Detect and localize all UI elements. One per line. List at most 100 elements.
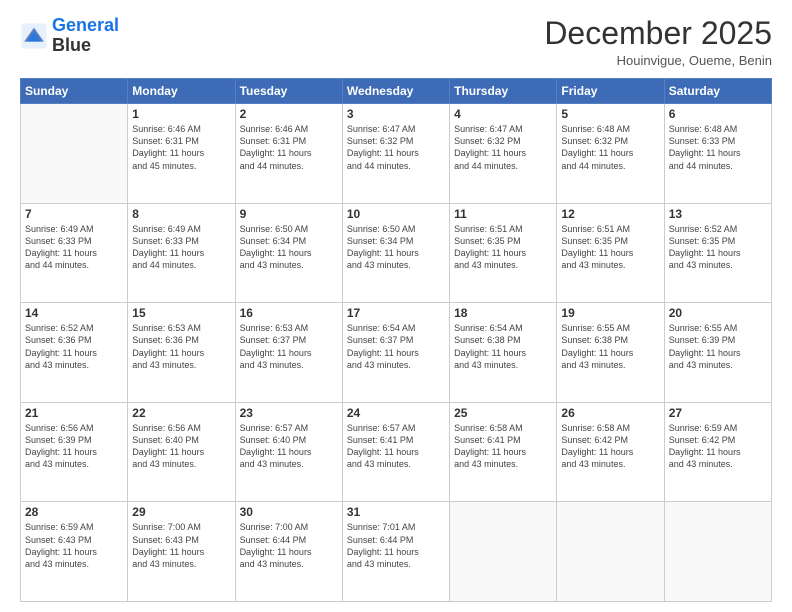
- calendar-cell: 29Sunrise: 7:00 AM Sunset: 6:43 PM Dayli…: [128, 502, 235, 602]
- calendar-cell: 22Sunrise: 6:56 AM Sunset: 6:40 PM Dayli…: [128, 402, 235, 502]
- calendar-cell: 26 Sunrise: 6:58 AM Sunset: 6:42 PM Dayli…: [557, 402, 664, 502]
- day-number: 17: [347, 306, 445, 320]
- calendar-cell: 9Sunrise: 6:50 AM Sunset: 6:34 PM Daylig…: [235, 203, 342, 303]
- calendar-body: 1 Sunrise: 6:46 AM Sunset: 6:31 PM Daylig…: [21, 104, 772, 602]
- location: Houinvigue, Oueme, Benin: [544, 53, 772, 68]
- day-number: 16: [240, 306, 338, 320]
- day-number: 15: [132, 306, 230, 320]
- cell-info: Sunrise: 6:46 AM Sunset: 6:31 PM Dayligh…: [132, 123, 230, 172]
- day-number: 3: [347, 107, 445, 121]
- title-block: December 2025 Houinvigue, Oueme, Benin: [544, 16, 772, 68]
- day-number: 11: [454, 207, 552, 221]
- calendar-week-row: 7 Sunrise: 6:49 AM Sunset: 6:33 PM Daylig…: [21, 203, 772, 303]
- day-header-monday: Monday: [128, 79, 235, 104]
- header: General Blue December 2025 Houinvigue, O…: [20, 16, 772, 68]
- day-number: 23: [240, 406, 338, 420]
- cell-info: Sunrise: 6:55 AM Sunset: 6:38 PM Dayligh…: [561, 322, 659, 371]
- cell-info: Sunrise: 6:54 AM Sunset: 6:37 PM Dayligh…: [347, 322, 445, 371]
- calendar-cell: 8 Sunrise: 6:49 AM Sunset: 6:33 PM Daylig…: [128, 203, 235, 303]
- day-number: 20: [669, 306, 767, 320]
- day-number: 6: [669, 107, 767, 121]
- calendar-cell: 12 Sunrise: 6:51 AM Sunset: 6:35 PM Dayli…: [557, 203, 664, 303]
- day-number: 24: [347, 406, 445, 420]
- cell-info: Sunrise: 6:58 AM Sunset: 6:41 PM Dayligh…: [454, 422, 552, 471]
- calendar-cell: [664, 502, 771, 602]
- calendar-header-row: SundayMondayTuesdayWednesdayThursdayFrid…: [21, 79, 772, 104]
- day-number: 8: [132, 207, 230, 221]
- cell-info: Sunrise: 6:57 AM Sunset: 6:40 PM Dayligh…: [240, 422, 338, 471]
- day-number: 10: [347, 207, 445, 221]
- cell-info: Sunrise: 6:46 AM Sunset: 6:31 PM Dayligh…: [240, 123, 338, 172]
- cell-info: Sunrise: 6:55 AM Sunset: 6:39 PM Dayligh…: [669, 322, 767, 371]
- day-number: 13: [669, 207, 767, 221]
- calendar-cell: 3 Sunrise: 6:47 AM Sunset: 6:32 PM Daylig…: [342, 104, 449, 204]
- cell-info: Sunrise: 6:58 AM Sunset: 6:42 PM Dayligh…: [561, 422, 659, 471]
- calendar-cell: 16Sunrise: 6:53 AM Sunset: 6:37 PM Dayli…: [235, 303, 342, 403]
- day-number: 25: [454, 406, 552, 420]
- day-number: 31: [347, 505, 445, 519]
- calendar-cell: 5 Sunrise: 6:48 AM Sunset: 6:32 PM Daylig…: [557, 104, 664, 204]
- day-header-thursday: Thursday: [450, 79, 557, 104]
- cell-info: Sunrise: 6:51 AM Sunset: 6:35 PM Dayligh…: [561, 223, 659, 272]
- cell-info: Sunrise: 6:56 AM Sunset: 6:40 PM Dayligh…: [132, 422, 230, 471]
- day-number: 14: [25, 306, 123, 320]
- day-number: 19: [561, 306, 659, 320]
- day-header-sunday: Sunday: [21, 79, 128, 104]
- day-number: 5: [561, 107, 659, 121]
- day-header-saturday: Saturday: [664, 79, 771, 104]
- calendar-week-row: 1 Sunrise: 6:46 AM Sunset: 6:31 PM Daylig…: [21, 104, 772, 204]
- calendar-cell: 18Sunrise: 6:54 AM Sunset: 6:38 PM Dayli…: [450, 303, 557, 403]
- calendar-cell: 27 Sunrise: 6:59 AM Sunset: 6:42 PM Dayli…: [664, 402, 771, 502]
- calendar-week-row: 28 Sunrise: 6:59 AM Sunset: 6:43 PM Dayli…: [21, 502, 772, 602]
- logo-icon: [20, 22, 48, 50]
- logo-text: General Blue: [52, 16, 119, 56]
- calendar-week-row: 21 Sunrise: 6:56 AM Sunset: 6:39 PM Dayli…: [21, 402, 772, 502]
- calendar-cell: [21, 104, 128, 204]
- cell-info: Sunrise: 6:50 AM Sunset: 6:34 PM Dayligh…: [347, 223, 445, 272]
- day-number: 26: [561, 406, 659, 420]
- day-number: 21: [25, 406, 123, 420]
- day-number: 30: [240, 505, 338, 519]
- cell-info: Sunrise: 6:48 AM Sunset: 6:32 PM Dayligh…: [561, 123, 659, 172]
- day-number: 7: [25, 207, 123, 221]
- day-header-tuesday: Tuesday: [235, 79, 342, 104]
- cell-info: Sunrise: 6:59 AM Sunset: 6:42 PM Dayligh…: [669, 422, 767, 471]
- calendar-cell: 13Sunrise: 6:52 AM Sunset: 6:35 PM Dayli…: [664, 203, 771, 303]
- calendar-cell: 19 Sunrise: 6:55 AM Sunset: 6:38 PM Dayli…: [557, 303, 664, 403]
- calendar-cell: [557, 502, 664, 602]
- calendar-cell: 4Sunrise: 6:47 AM Sunset: 6:32 PM Daylig…: [450, 104, 557, 204]
- page: General Blue December 2025 Houinvigue, O…: [0, 0, 792, 612]
- calendar-table: SundayMondayTuesdayWednesdayThursdayFrid…: [20, 78, 772, 602]
- calendar-cell: 15 Sunrise: 6:53 AM Sunset: 6:36 PM Dayli…: [128, 303, 235, 403]
- cell-info: Sunrise: 6:51 AM Sunset: 6:35 PM Dayligh…: [454, 223, 552, 272]
- cell-info: Sunrise: 6:48 AM Sunset: 6:33 PM Dayligh…: [669, 123, 767, 172]
- calendar-cell: 21 Sunrise: 6:56 AM Sunset: 6:39 PM Dayli…: [21, 402, 128, 502]
- cell-info: Sunrise: 6:57 AM Sunset: 6:41 PM Dayligh…: [347, 422, 445, 471]
- day-number: 12: [561, 207, 659, 221]
- calendar-week-row: 14 Sunrise: 6:52 AM Sunset: 6:36 PM Dayli…: [21, 303, 772, 403]
- day-number: 1: [132, 107, 230, 121]
- day-header-friday: Friday: [557, 79, 664, 104]
- day-number: 28: [25, 505, 123, 519]
- calendar-cell: 25 Sunrise: 6:58 AM Sunset: 6:41 PM Dayli…: [450, 402, 557, 502]
- day-number: 27: [669, 406, 767, 420]
- calendar-cell: 14 Sunrise: 6:52 AM Sunset: 6:36 PM Dayli…: [21, 303, 128, 403]
- cell-info: Sunrise: 7:00 AM Sunset: 6:44 PM Dayligh…: [240, 521, 338, 570]
- calendar-cell: 11 Sunrise: 6:51 AM Sunset: 6:35 PM Dayli…: [450, 203, 557, 303]
- cell-info: Sunrise: 6:56 AM Sunset: 6:39 PM Dayligh…: [25, 422, 123, 471]
- cell-info: Sunrise: 6:49 AM Sunset: 6:33 PM Dayligh…: [25, 223, 123, 272]
- cell-info: Sunrise: 6:49 AM Sunset: 6:33 PM Dayligh…: [132, 223, 230, 272]
- day-number: 2: [240, 107, 338, 121]
- calendar-cell: 2 Sunrise: 6:46 AM Sunset: 6:31 PM Daylig…: [235, 104, 342, 204]
- cell-info: Sunrise: 6:53 AM Sunset: 6:36 PM Dayligh…: [132, 322, 230, 371]
- calendar-cell: 31Sunrise: 7:01 AM Sunset: 6:44 PM Dayli…: [342, 502, 449, 602]
- calendar-cell: 17 Sunrise: 6:54 AM Sunset: 6:37 PM Dayli…: [342, 303, 449, 403]
- cell-info: Sunrise: 6:47 AM Sunset: 6:32 PM Dayligh…: [347, 123, 445, 172]
- cell-info: Sunrise: 6:50 AM Sunset: 6:34 PM Dayligh…: [240, 223, 338, 272]
- cell-info: Sunrise: 6:52 AM Sunset: 6:36 PM Dayligh…: [25, 322, 123, 371]
- cell-info: Sunrise: 6:59 AM Sunset: 6:43 PM Dayligh…: [25, 521, 123, 570]
- day-number: 18: [454, 306, 552, 320]
- month-title: December 2025: [544, 16, 772, 51]
- calendar-cell: 6 Sunrise: 6:48 AM Sunset: 6:33 PM Daylig…: [664, 104, 771, 204]
- calendar-cell: 1 Sunrise: 6:46 AM Sunset: 6:31 PM Daylig…: [128, 104, 235, 204]
